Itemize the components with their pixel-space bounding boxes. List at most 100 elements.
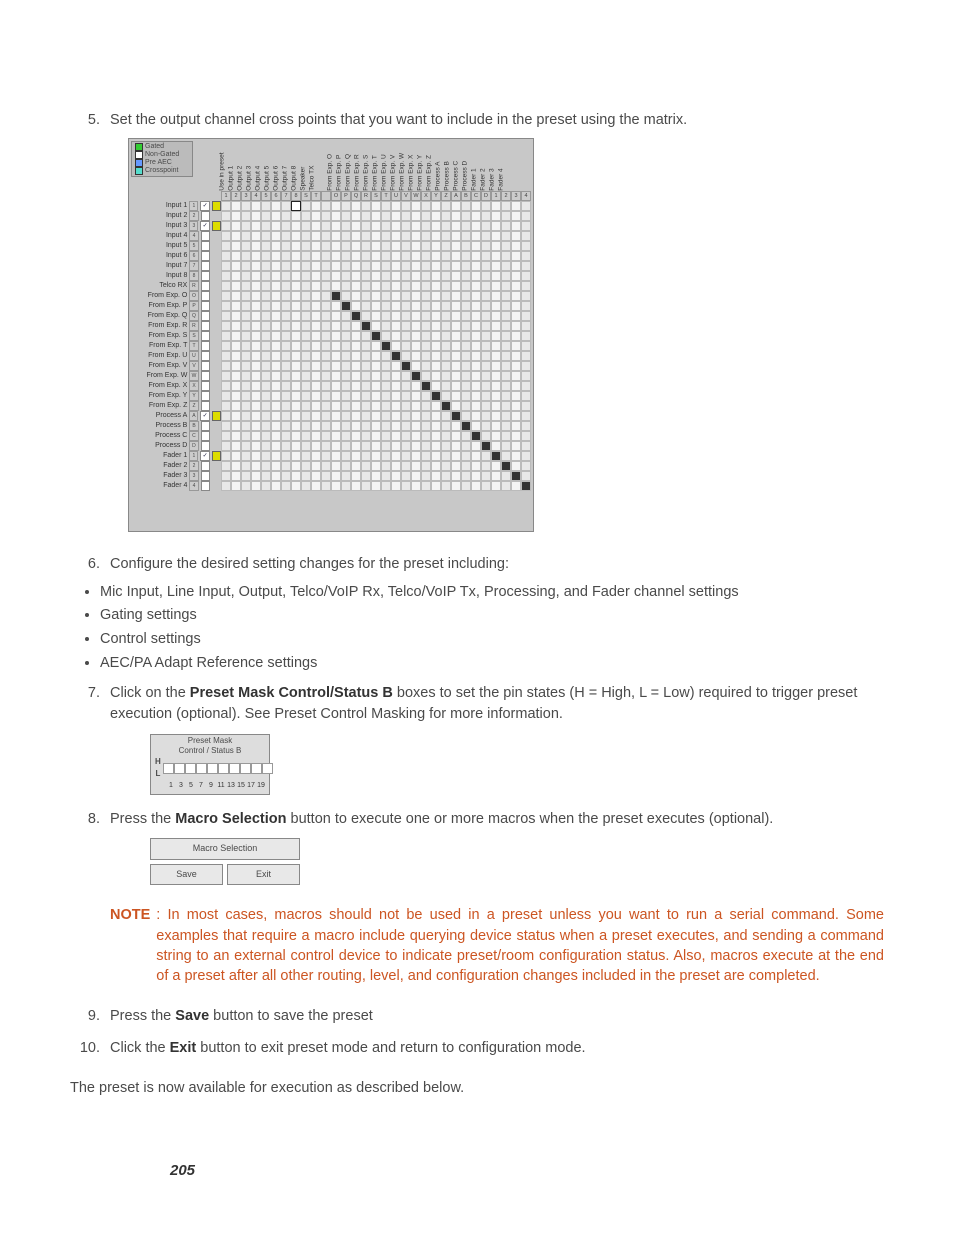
- matrix-cell[interactable]: [421, 291, 431, 301]
- matrix-cell[interactable]: [311, 251, 321, 261]
- matrix-cell[interactable]: [491, 361, 501, 371]
- matrix-cell[interactable]: [461, 251, 471, 261]
- matrix-cell[interactable]: [331, 311, 341, 321]
- matrix-cell[interactable]: [251, 381, 261, 391]
- matrix-cell[interactable]: [321, 331, 331, 341]
- matrix-cell[interactable]: [281, 471, 291, 481]
- matrix-cell[interactable]: [281, 201, 291, 211]
- matrix-cell[interactable]: [281, 481, 291, 491]
- matrix-cell[interactable]: [521, 271, 531, 281]
- matrix-cell[interactable]: [431, 341, 441, 351]
- matrix-cell[interactable]: [371, 441, 381, 451]
- matrix-cell[interactable]: [501, 361, 511, 371]
- matrix-cell[interactable]: [371, 261, 381, 271]
- matrix-cell[interactable]: [481, 241, 491, 251]
- matrix-cell[interactable]: [231, 391, 241, 401]
- matrix-cell[interactable]: [411, 291, 421, 301]
- matrix-cell[interactable]: [291, 411, 301, 421]
- matrix-cell[interactable]: [271, 201, 281, 211]
- matrix-cell[interactable]: [521, 241, 531, 251]
- matrix-cell[interactable]: [321, 441, 331, 451]
- matrix-cell[interactable]: [441, 441, 451, 451]
- matrix-cell[interactable]: [281, 271, 291, 281]
- matrix-cell[interactable]: [421, 321, 431, 331]
- matrix-cell[interactable]: [451, 221, 461, 231]
- matrix-cell[interactable]: [511, 391, 521, 401]
- matrix-cell[interactable]: [421, 261, 431, 271]
- matrix-cell[interactable]: [351, 351, 361, 361]
- matrix-cell[interactable]: [431, 311, 441, 321]
- matrix-cell[interactable]: [341, 351, 351, 361]
- matrix-cell[interactable]: [281, 341, 291, 351]
- matrix-cell[interactable]: [401, 331, 411, 341]
- matrix-cell[interactable]: [431, 221, 441, 231]
- matrix-cell[interactable]: [331, 351, 341, 361]
- matrix-cell[interactable]: [291, 371, 301, 381]
- matrix-cell[interactable]: [331, 421, 341, 431]
- matrix-cell[interactable]: [471, 391, 481, 401]
- matrix-cell[interactable]: [271, 341, 281, 351]
- matrix-cell[interactable]: [321, 361, 331, 371]
- matrix-cell[interactable]: [411, 201, 421, 211]
- matrix-cell[interactable]: [361, 421, 371, 431]
- matrix-cell[interactable]: [451, 431, 461, 441]
- matrix-cell[interactable]: [361, 281, 371, 291]
- matrix-cell[interactable]: [491, 231, 501, 241]
- matrix-cell[interactable]: [311, 351, 321, 361]
- matrix-cell[interactable]: [231, 401, 241, 411]
- preset-mask-cell[interactable]: [240, 763, 251, 774]
- matrix-cell[interactable]: [401, 461, 411, 471]
- matrix-cell[interactable]: [431, 251, 441, 261]
- matrix-cell[interactable]: [221, 441, 231, 451]
- matrix-cell[interactable]: [431, 421, 441, 431]
- matrix-cell[interactable]: [471, 291, 481, 301]
- matrix-cell[interactable]: [381, 391, 391, 401]
- matrix-cell[interactable]: [261, 211, 271, 221]
- matrix-cell[interactable]: [401, 341, 411, 351]
- matrix-cell[interactable]: [351, 261, 361, 271]
- matrix-cell[interactable]: [361, 271, 371, 281]
- matrix-cell[interactable]: [391, 441, 401, 451]
- matrix-cell[interactable]: [291, 321, 301, 331]
- matrix-cell[interactable]: [481, 441, 491, 451]
- macro-save-button[interactable]: Save: [150, 864, 223, 886]
- matrix-cell[interactable]: [361, 291, 371, 301]
- matrix-cell[interactable]: [251, 461, 261, 471]
- matrix-cell[interactable]: [381, 221, 391, 231]
- matrix-cell[interactable]: [351, 451, 361, 461]
- matrix-cell[interactable]: [341, 291, 351, 301]
- matrix-cell[interactable]: [341, 261, 351, 271]
- matrix-cell[interactable]: [331, 231, 341, 241]
- matrix-row-checkbox[interactable]: [201, 331, 210, 341]
- matrix-cell[interactable]: [321, 421, 331, 431]
- matrix-cell[interactable]: [301, 271, 311, 281]
- matrix-cell[interactable]: [271, 471, 281, 481]
- matrix-cell[interactable]: [331, 371, 341, 381]
- matrix-cell[interactable]: [411, 441, 421, 451]
- matrix-cell[interactable]: [301, 391, 311, 401]
- matrix-cell[interactable]: [411, 271, 421, 281]
- matrix-cell[interactable]: [391, 371, 401, 381]
- matrix-cell[interactable]: [371, 401, 381, 411]
- matrix-cell[interactable]: [301, 251, 311, 261]
- matrix-cell[interactable]: [491, 281, 501, 291]
- matrix-cell[interactable]: [521, 201, 531, 211]
- matrix-cell[interactable]: [281, 321, 291, 331]
- matrix-cell[interactable]: [431, 371, 441, 381]
- matrix-cell[interactable]: [491, 241, 501, 251]
- matrix-cell[interactable]: [451, 201, 461, 211]
- matrix-cell[interactable]: [491, 271, 501, 281]
- matrix-cell[interactable]: [221, 361, 231, 371]
- matrix-cell[interactable]: [471, 261, 481, 271]
- matrix-cell[interactable]: [521, 331, 531, 341]
- matrix-cell[interactable]: [511, 361, 521, 371]
- matrix-cell[interactable]: [281, 391, 291, 401]
- matrix-cell[interactable]: [521, 431, 531, 441]
- matrix-cell[interactable]: [401, 351, 411, 361]
- matrix-cell[interactable]: [251, 481, 261, 491]
- matrix-cell[interactable]: [511, 441, 521, 451]
- matrix-row-checkbox[interactable]: [201, 281, 210, 291]
- matrix-cell[interactable]: [521, 401, 531, 411]
- matrix-cell[interactable]: [341, 471, 351, 481]
- matrix-cell[interactable]: [231, 221, 241, 231]
